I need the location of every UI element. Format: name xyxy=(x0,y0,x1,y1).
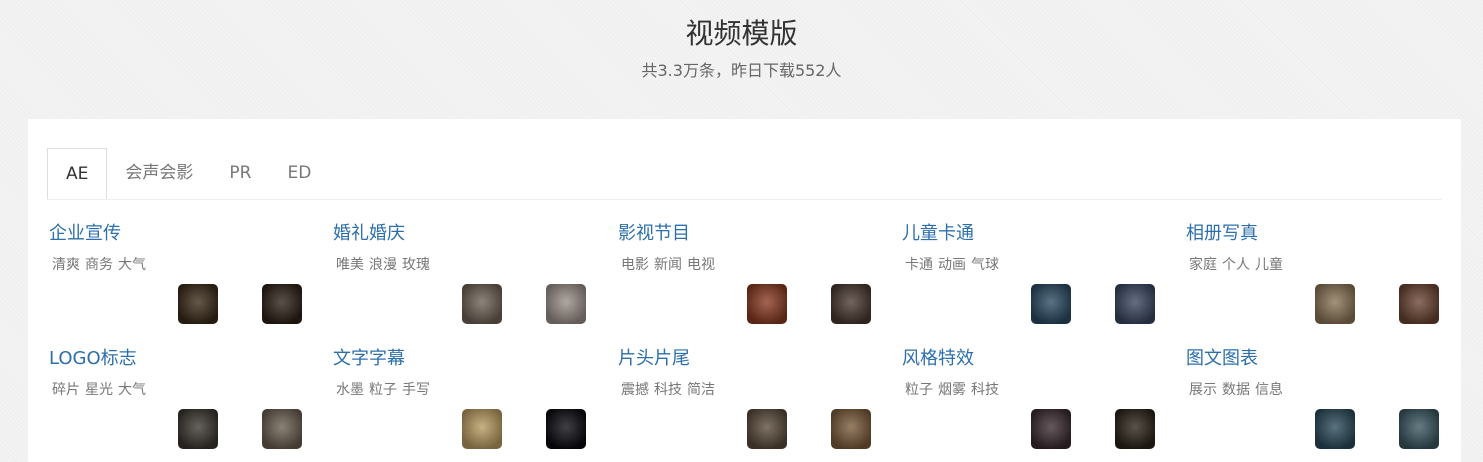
tag[interactable]: 玫瑰 xyxy=(402,254,430,274)
tag[interactable]: 儿童 xyxy=(1255,254,1283,274)
category-card: 婚礼婚庆 唯美 浪漫 玫瑰 xyxy=(333,222,603,327)
template-thumbnail[interactable] xyxy=(178,409,218,449)
category-tags: 粒子 烟雾 科技 xyxy=(902,379,1172,399)
tag[interactable]: 简洁 xyxy=(687,379,715,399)
tag[interactable]: 信息 xyxy=(1255,379,1283,399)
template-thumbnail[interactable] xyxy=(747,409,787,449)
tag[interactable]: 商务 xyxy=(85,254,113,274)
category-card: 儿童卡通 卡通 动画 气球 xyxy=(902,222,1172,327)
tag[interactable]: 大气 xyxy=(118,379,146,399)
category-title[interactable]: 儿童卡通 xyxy=(902,222,1172,246)
tag[interactable]: 烟雾 xyxy=(938,379,966,399)
tag[interactable]: 水墨 xyxy=(336,379,364,399)
category-title[interactable]: 文字字幕 xyxy=(333,347,603,371)
tag[interactable]: 手写 xyxy=(402,379,430,399)
template-thumbnail[interactable] xyxy=(1315,284,1355,324)
template-thumbnail[interactable] xyxy=(1399,284,1439,324)
category-title[interactable]: 企业宣传 xyxy=(49,222,319,246)
tab-divider xyxy=(47,199,1442,200)
category-tags: 碎片 星光 大气 xyxy=(49,379,319,399)
template-thumbnail[interactable] xyxy=(262,284,302,324)
tag[interactable]: 清爽 xyxy=(52,254,80,274)
tag[interactable]: 浪漫 xyxy=(369,254,397,274)
category-card: 片头片尾 震撼 科技 简洁 xyxy=(618,347,888,452)
tag[interactable]: 电影 xyxy=(621,254,649,274)
template-thumbnail[interactable] xyxy=(1115,409,1155,449)
category-tags: 水墨 粒子 手写 xyxy=(333,379,603,399)
template-thumbnail[interactable] xyxy=(178,284,218,324)
template-thumbnail[interactable] xyxy=(462,409,502,449)
template-thumbnail[interactable] xyxy=(1399,409,1439,449)
category-title[interactable]: 婚礼婚庆 xyxy=(333,222,603,246)
template-thumbnail[interactable] xyxy=(546,409,586,449)
template-thumbnail[interactable] xyxy=(831,409,871,449)
template-thumbnail[interactable] xyxy=(747,284,787,324)
category-title[interactable]: 相册写真 xyxy=(1186,222,1456,246)
tab-pr[interactable]: PR xyxy=(211,148,269,198)
tag[interactable]: 震撼 xyxy=(621,379,649,399)
tag[interactable]: 粒子 xyxy=(369,379,397,399)
tag[interactable]: 碎片 xyxy=(52,379,80,399)
category-card: LOGO标志 碎片 星光 大气 xyxy=(49,347,319,452)
category-tags: 电影 新闻 电视 xyxy=(618,254,888,274)
category-tags: 唯美 浪漫 玫瑰 xyxy=(333,254,603,274)
tag[interactable]: 唯美 xyxy=(336,254,364,274)
tag[interactable]: 数据 xyxy=(1222,379,1250,399)
category-tags: 展示 数据 信息 xyxy=(1186,379,1456,399)
category-card: 影视节目 电影 新闻 电视 xyxy=(618,222,888,327)
category-title[interactable]: 图文图表 xyxy=(1186,347,1456,371)
tab-ae[interactable]: AE xyxy=(47,148,108,200)
tag[interactable]: 家庭 xyxy=(1189,254,1217,274)
tag[interactable]: 星光 xyxy=(85,379,113,399)
template-thumbnail[interactable] xyxy=(1031,409,1071,449)
tag[interactable]: 展示 xyxy=(1189,379,1217,399)
category-card: 图文图表 展示 数据 信息 xyxy=(1186,347,1456,452)
tab-bar: AE 会声会影 PR ED xyxy=(47,148,329,200)
page-header: 视频模版 共3.3万条，昨日下载552人 xyxy=(0,0,1483,81)
template-thumbnail[interactable] xyxy=(462,284,502,324)
category-card: 企业宣传 清爽 商务 大气 xyxy=(49,222,319,327)
category-tags: 震撼 科技 简洁 xyxy=(618,379,888,399)
tag[interactable]: 卡通 xyxy=(905,254,933,274)
page-title: 视频模版 xyxy=(685,17,798,50)
category-tags: 家庭 个人 儿童 xyxy=(1186,254,1456,274)
category-title[interactable]: LOGO标志 xyxy=(49,347,319,371)
tag[interactable]: 大气 xyxy=(118,254,146,274)
template-panel: AE 会声会影 PR ED 企业宣传 清爽 商务 大气 婚礼婚庆 唯美 浪漫 玫… xyxy=(28,119,1461,462)
template-thumbnail[interactable] xyxy=(831,284,871,324)
tag[interactable]: 个人 xyxy=(1222,254,1250,274)
category-card: 风格特效 粒子 烟雾 科技 xyxy=(902,347,1172,452)
tag[interactable]: 动画 xyxy=(938,254,966,274)
category-card: 文字字幕 水墨 粒子 手写 xyxy=(333,347,603,452)
tag[interactable]: 粒子 xyxy=(905,379,933,399)
category-title[interactable]: 风格特效 xyxy=(902,347,1172,371)
tab-ed[interactable]: ED xyxy=(269,148,329,198)
tag[interactable]: 科技 xyxy=(654,379,682,399)
template-thumbnail[interactable] xyxy=(1031,284,1071,324)
category-title[interactable]: 片头片尾 xyxy=(618,347,888,371)
tag[interactable]: 气球 xyxy=(971,254,999,274)
category-card: 相册写真 家庭 个人 儿童 xyxy=(1186,222,1456,327)
template-thumbnail[interactable] xyxy=(1115,284,1155,324)
tag[interactable]: 新闻 xyxy=(654,254,682,274)
template-thumbnail[interactable] xyxy=(546,284,586,324)
template-thumbnail[interactable] xyxy=(1315,409,1355,449)
template-thumbnail[interactable] xyxy=(262,409,302,449)
category-title[interactable]: 影视节目 xyxy=(618,222,888,246)
tag[interactable]: 电视 xyxy=(687,254,715,274)
category-tags: 清爽 商务 大气 xyxy=(49,254,319,274)
tab-huisheng[interactable]: 会声会影 xyxy=(107,148,211,198)
category-tags: 卡通 动画 气球 xyxy=(902,254,1172,274)
page-subtitle: 共3.3万条，昨日下载552人 xyxy=(641,61,842,80)
tag[interactable]: 科技 xyxy=(971,379,999,399)
